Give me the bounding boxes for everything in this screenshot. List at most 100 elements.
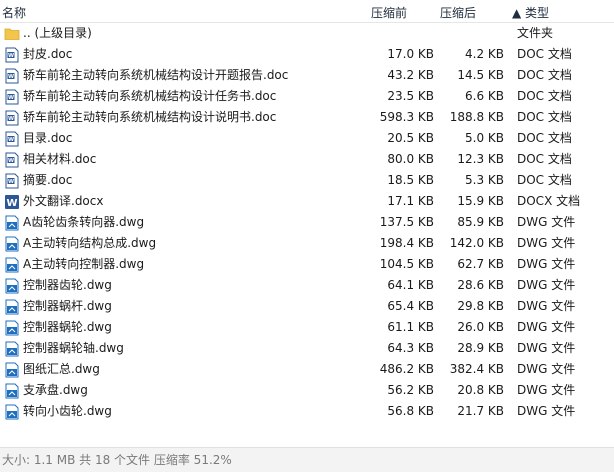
file-type: DOC 文档 — [517, 173, 572, 187]
file-original-size: 142.0 KB — [449, 236, 504, 250]
column-compressed[interactable]: 压缩前 — [371, 4, 407, 21]
file-original-size: 29.8 KB — [457, 299, 504, 313]
file-type: DOC 文档 — [517, 89, 572, 103]
file-type: DOC 文档 — [517, 152, 572, 166]
file-compressed-size: 20.5 KB — [387, 131, 434, 145]
file-row[interactable]: 控制器齿轮.dwg 64.1 KB 28.6 KB DWG 文件 — [0, 275, 614, 296]
file-compressed-size: 137.5 KB — [379, 215, 434, 229]
file-row[interactable]: W 摘要.doc 18.5 KB 5.3 KB DOC 文档 — [0, 170, 614, 191]
file-row[interactable]: 转向小齿轮.dwg 56.8 KB 21.7 KB DWG 文件 — [0, 401, 614, 422]
file-row[interactable]: W 轿车前轮主动转向系统机械结构设计说明书.doc 598.3 KB 188.8 KB… — [0, 107, 614, 128]
file-original-size: 5.0 KB — [465, 131, 504, 145]
dwg-file-icon — [4, 383, 20, 399]
file-original-size: 28.9 KB — [457, 341, 504, 355]
word-doc-icon: W — [4, 89, 20, 105]
file-row[interactable]: W 外文翻译.docx 17.1 KB 15.9 KB DOCX 文档 — [0, 191, 614, 212]
file-row[interactable]: 图纸汇总.dwg 486.2 KB 382.4 KB DWG 文件 — [0, 359, 614, 380]
file-original-size: 6.6 KB — [465, 89, 504, 103]
status-bar: 大小: 1.1 MB 共 18 个文件 压缩率 51.2% — [0, 447, 614, 472]
file-compressed-size: 598.3 KB — [379, 110, 434, 124]
file-compressed-size: 56.8 KB — [387, 404, 434, 418]
word-doc-icon: W — [4, 152, 20, 168]
file-original-size: 188.8 KB — [449, 110, 504, 124]
file-type: DWG 文件 — [517, 236, 576, 250]
dwg-file-icon — [4, 341, 20, 357]
column-original[interactable]: 压缩后 — [440, 4, 476, 21]
file-type: DWG 文件 — [517, 341, 576, 355]
file-type: DOC 文档 — [517, 131, 572, 145]
file-row[interactable]: A主动转向结构总成.dwg 198.4 KB 142.0 KB DWG 文件 — [0, 233, 614, 254]
word-doc-icon: W — [4, 110, 20, 126]
file-type: DWG 文件 — [517, 257, 576, 271]
word-docx-icon: W — [4, 194, 20, 210]
file-compressed-size: 17.0 KB — [387, 47, 434, 61]
file-compressed-size: 104.5 KB — [379, 257, 434, 271]
file-compressed-size: 56.2 KB — [387, 383, 434, 397]
file-original-size: 20.8 KB — [457, 383, 504, 397]
file-type: DWG 文件 — [517, 383, 576, 397]
file-row[interactable]: W 轿车前轮主动转向系统机械结构设计任务书.doc 23.5 KB 6.6 KB DOC… — [0, 86, 614, 107]
svg-text:W: W — [8, 137, 14, 143]
svg-text:W: W — [8, 116, 14, 122]
file-name: 轿车前轮主动转向系统机械结构设计开题报告.doc — [23, 68, 289, 82]
file-type: 文件夹 — [517, 26, 554, 40]
file-type: DOC 文档 — [517, 68, 572, 82]
file-name: .. (上级目录) — [23, 26, 92, 40]
folder-icon — [4, 26, 20, 42]
file-original-size: 28.6 KB — [457, 278, 504, 292]
file-name: 轿车前轮主动转向系统机械结构设计任务书.doc — [23, 89, 277, 103]
file-name: 图纸汇总.dwg — [23, 362, 100, 376]
dwg-file-icon — [4, 362, 20, 378]
file-compressed-size: 18.5 KB — [387, 173, 434, 187]
file-type: DWG 文件 — [517, 362, 576, 376]
file-row[interactable]: 控制器蜗轮.dwg 61.1 KB 26.0 KB DWG 文件 — [0, 317, 614, 338]
dwg-file-icon — [4, 236, 20, 252]
file-original-size: 26.0 KB — [457, 320, 504, 334]
file-type: DWG 文件 — [517, 299, 576, 313]
file-row[interactable]: 支承盘.dwg 56.2 KB 20.8 KB DWG 文件 — [0, 380, 614, 401]
file-name: A齿轮齿条转向器.dwg — [23, 215, 145, 229]
file-name: 外文翻译.docx — [23, 194, 104, 208]
file-row[interactable]: W 目录.doc 20.5 KB 5.0 KB DOC 文档 — [0, 128, 614, 149]
file-type: DWG 文件 — [517, 215, 576, 229]
file-name: A主动转向结构总成.dwg — [23, 236, 157, 250]
file-original-size: 21.7 KB — [457, 404, 504, 418]
file-original-size: 15.9 KB — [457, 194, 504, 208]
file-row[interactable]: 控制器蜗杆.dwg 65.4 KB 29.8 KB DWG 文件 — [0, 296, 614, 317]
file-type: DOC 文档 — [517, 47, 572, 61]
svg-text:W: W — [8, 74, 14, 80]
dwg-file-icon — [4, 404, 20, 420]
file-name: 支承盘.dwg — [23, 383, 88, 397]
dwg-file-icon — [4, 299, 20, 315]
column-name[interactable]: 名称 — [2, 4, 26, 21]
file-row[interactable]: .. (上级目录) 文件夹 — [0, 23, 614, 44]
file-compressed-size: 80.0 KB — [387, 152, 434, 166]
file-type: DOCX 文档 — [517, 194, 581, 208]
file-name: 控制器齿轮.dwg — [23, 278, 112, 292]
file-original-size: 382.4 KB — [449, 362, 504, 376]
column-type[interactable]: ▲ 类型 — [512, 4, 549, 21]
file-name: 摘要.doc — [23, 173, 73, 187]
file-type: DWG 文件 — [517, 404, 576, 418]
file-compressed-size: 64.1 KB — [387, 278, 434, 292]
file-name: 封皮.doc — [23, 47, 73, 61]
file-row[interactable]: A主动转向控制器.dwg 104.5 KB 62.7 KB DWG 文件 — [0, 254, 614, 275]
file-original-size: 85.9 KB — [457, 215, 504, 229]
svg-text:W: W — [8, 95, 14, 101]
dwg-file-icon — [4, 320, 20, 336]
file-name: 控制器蜗轮轴.dwg — [23, 341, 124, 355]
word-doc-icon: W — [4, 131, 20, 147]
file-name: 控制器蜗杆.dwg — [23, 299, 112, 313]
file-type: DOC 文档 — [517, 110, 572, 124]
file-compressed-size: 65.4 KB — [387, 299, 434, 313]
file-row[interactable]: A齿轮齿条转向器.dwg 137.5 KB 85.9 KB DWG 文件 — [0, 212, 614, 233]
column-header: 名称 压缩前 压缩后 ▲ 类型 — [0, 0, 614, 23]
word-doc-icon: W — [4, 47, 20, 63]
file-original-size: 14.5 KB — [457, 68, 504, 82]
file-row[interactable]: W 轿车前轮主动转向系统机械结构设计开题报告.doc 43.2 KB 14.5 KB D… — [0, 65, 614, 86]
file-original-size: 5.3 KB — [465, 173, 504, 187]
file-row[interactable]: 控制器蜗轮轴.dwg 64.3 KB 28.9 KB DWG 文件 — [0, 338, 614, 359]
file-row[interactable]: W 封皮.doc 17.0 KB 4.2 KB DOC 文档 — [0, 44, 614, 65]
file-name: 控制器蜗轮.dwg — [23, 320, 112, 334]
file-row[interactable]: W 相关材料.doc 80.0 KB 12.3 KB DOC 文档 — [0, 149, 614, 170]
